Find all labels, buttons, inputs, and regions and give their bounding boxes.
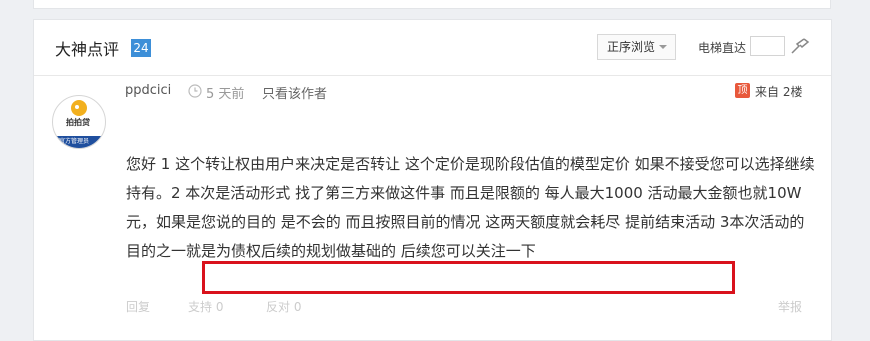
report-button[interactable]: 举报 [778, 298, 802, 315]
floor-number: 来自 2楼 [755, 85, 803, 99]
post-body-text: 您好 1 这个转让权由用户来决定是否转让 这个定价是现阶段估值的模型定价 如果不… [126, 155, 815, 231]
post-time: 5 天前 [206, 87, 245, 102]
avatar[interactable]: 拍拍贷 官方管理员 [52, 95, 106, 149]
avatar-badge: 官方管理员 [59, 138, 90, 145]
floor-jump-label: 电梯直达 [698, 41, 747, 55]
chevron-down-icon [659, 45, 667, 49]
post-actions: 回复 支持 0 反对 0 举报 [126, 296, 816, 316]
avatar-title: 拍拍贷 [66, 118, 90, 127]
clock-icon [188, 84, 202, 98]
reply-button[interactable]: 回复 [126, 298, 150, 315]
comments-card: 大神点评 24 正序浏览 电梯直达 拍拍贷 官方管理员 ppdcici 5 天前… [33, 19, 832, 341]
source-badge-icon: 顶 [735, 83, 750, 98]
username-link[interactable]: ppdcici [125, 83, 171, 98]
sort-order-select[interactable]: 正序浏览 [597, 34, 676, 60]
section-title: 大神点评 [55, 40, 120, 59]
comment-count-badge: 24 [131, 39, 151, 57]
floor-jump-input[interactable] [750, 36, 785, 56]
post-body: 您好 1 这个转让权由用户来决定是否转让 这个定价是现阶段估值的模型定价 如果不… [126, 150, 816, 266]
upvote-button[interactable]: 支持 0 [188, 298, 223, 315]
sort-order-label: 正序浏览 [607, 40, 656, 54]
elevator-icon[interactable] [789, 36, 811, 56]
previous-card [33, 0, 831, 9]
downvote-button[interactable]: 反对 0 [266, 298, 301, 315]
section-header: 大神点评 24 正序浏览 电梯直达 [34, 20, 831, 76]
author-only-link[interactable]: 只看该作者 [262, 83, 327, 102]
